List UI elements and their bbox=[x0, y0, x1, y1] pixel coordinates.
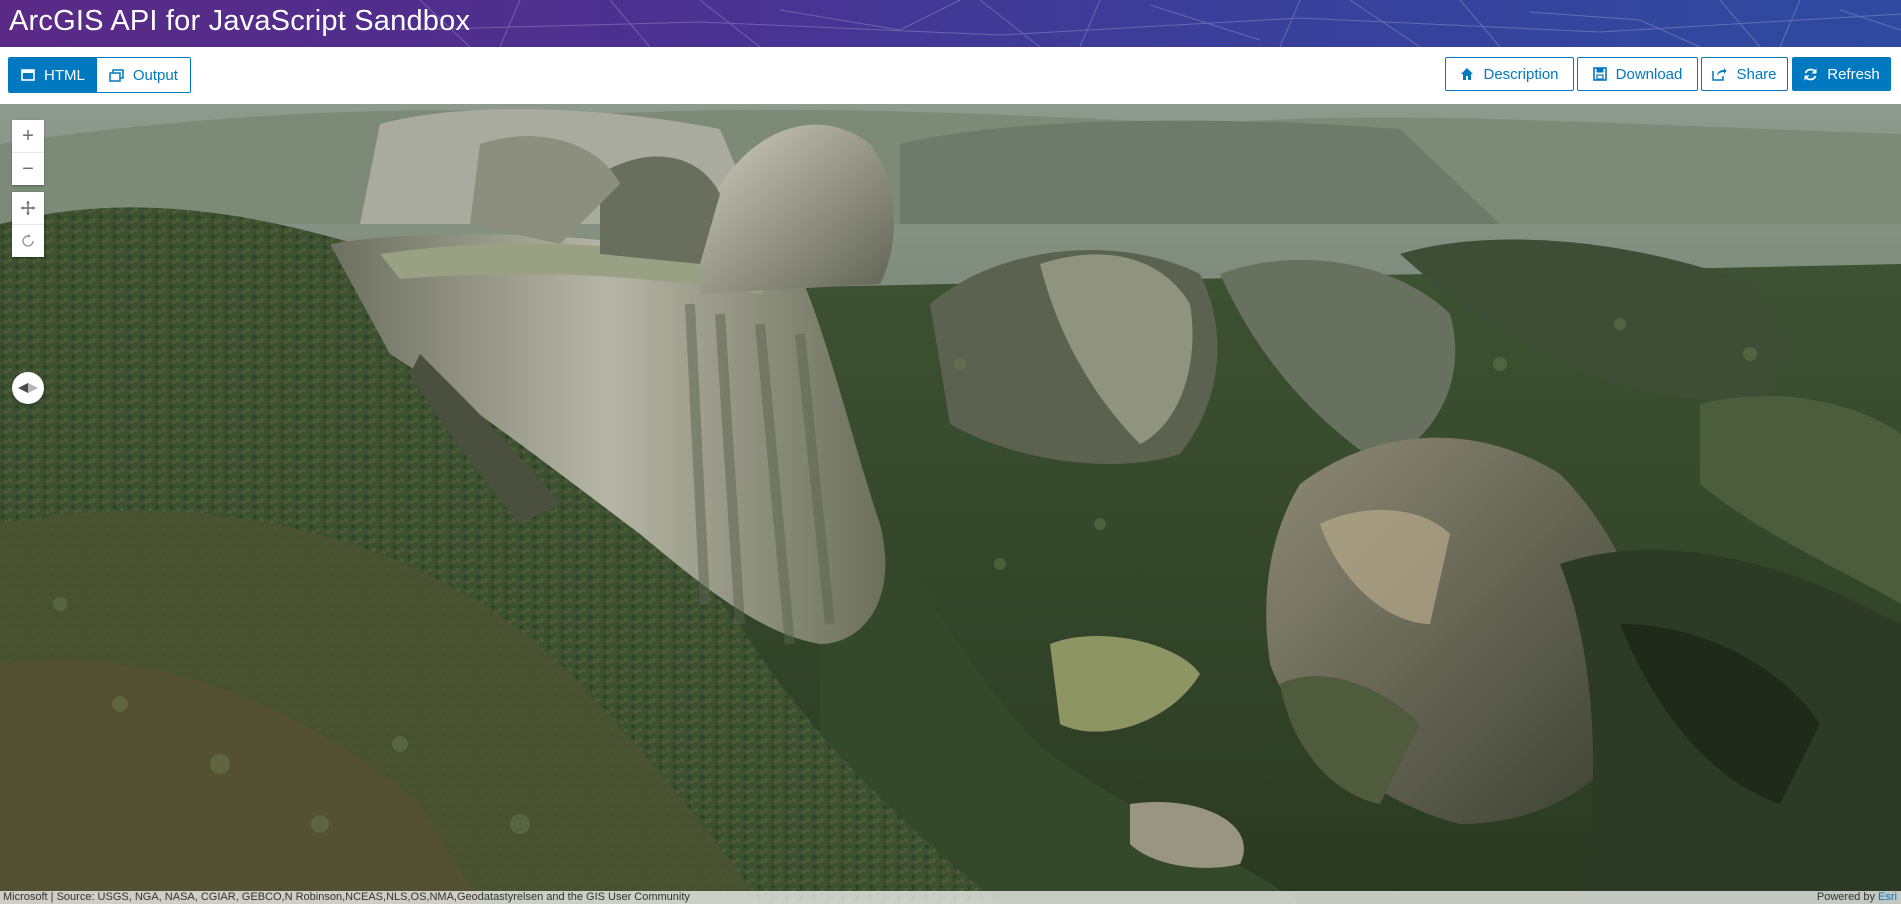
windows-icon bbox=[109, 68, 124, 82]
save-icon bbox=[1592, 67, 1607, 81]
html-tab-button[interactable]: HTML bbox=[9, 58, 97, 92]
html-tab-label: HTML bbox=[44, 66, 85, 84]
output-tab-label: Output bbox=[132, 66, 178, 84]
refresh-button[interactable]: Refresh bbox=[1792, 57, 1891, 91]
download-label: Download bbox=[1615, 65, 1683, 83]
view-toggle: HTML Output bbox=[8, 57, 191, 93]
scene-view[interactable]: + − Microsoft | Source: USGS, NGA, NASA,… bbox=[0, 104, 1901, 904]
output-tab-button[interactable]: Output bbox=[96, 58, 190, 92]
refresh-icon bbox=[1804, 68, 1817, 80]
attribution-bar: Microsoft | Source: USGS, NGA, NASA, CGI… bbox=[0, 891, 1901, 904]
esri-link[interactable]: Esri bbox=[1878, 891, 1897, 903]
pan-button[interactable] bbox=[12, 192, 44, 224]
navigation-toggle-widget bbox=[12, 192, 44, 257]
compass-icon bbox=[18, 383, 38, 393]
description-button[interactable]: Description bbox=[1445, 57, 1574, 91]
rotate-button[interactable] bbox=[12, 224, 44, 257]
attribution-source: Microsoft | Source: USGS, NGA, NASA, CGI… bbox=[3, 891, 690, 903]
share-icon bbox=[1712, 68, 1727, 81]
compass-button[interactable] bbox=[12, 372, 44, 404]
share-label: Share bbox=[1736, 65, 1777, 83]
terrain-imagery bbox=[0, 104, 1901, 904]
share-button[interactable]: Share bbox=[1701, 57, 1788, 91]
zoom-widget: + − bbox=[12, 120, 44, 185]
app-header: ArcGIS API for JavaScript Sandbox bbox=[0, 0, 1901, 47]
pan-icon bbox=[21, 201, 35, 215]
description-label: Description bbox=[1483, 65, 1559, 83]
powered-by: Powered by Esri bbox=[1817, 891, 1897, 904]
sandbox-toolbar: HTML Output Description Download Share R… bbox=[0, 47, 1901, 104]
powered-by-label: Powered by bbox=[1816, 891, 1875, 903]
home-icon bbox=[1461, 68, 1474, 80]
zoom-out-button[interactable]: − bbox=[12, 152, 44, 185]
page-title: ArcGIS API for JavaScript Sandbox bbox=[9, 5, 471, 37]
download-button[interactable]: Download bbox=[1577, 57, 1698, 91]
rotate-icon bbox=[22, 234, 34, 247]
window-icon bbox=[21, 69, 35, 81]
refresh-label: Refresh bbox=[1827, 65, 1880, 83]
zoom-in-button[interactable]: + bbox=[12, 120, 44, 152]
